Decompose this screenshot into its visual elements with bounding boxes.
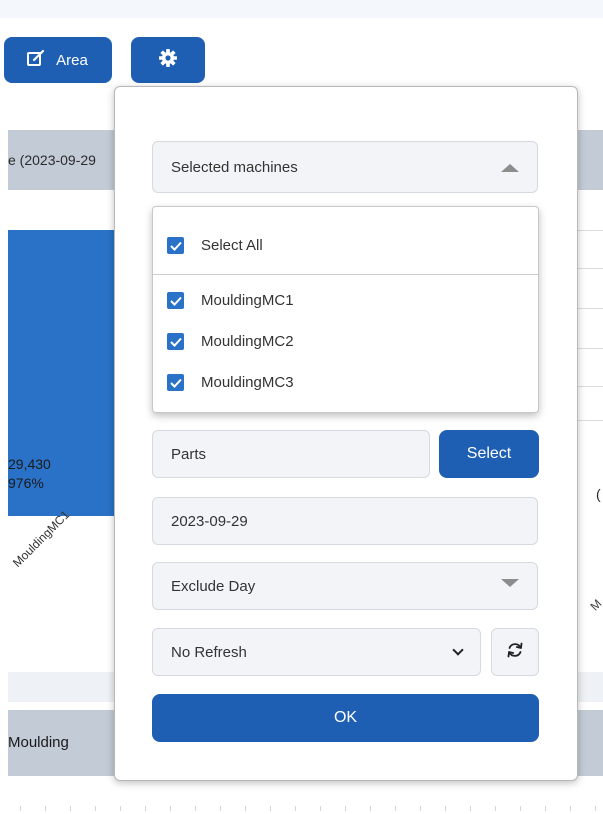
reload-button[interactable]	[491, 628, 539, 676]
option-label: MouldingMC1	[201, 292, 294, 309]
caret-up-icon	[501, 164, 519, 172]
area-button-label: Area	[56, 51, 88, 69]
checkbox-checked-icon[interactable]	[167, 292, 184, 309]
option-label: Select All	[201, 237, 263, 254]
machines-dropdown-list: Select All MouldingMC1 MouldingMC2 Mould…	[152, 206, 539, 413]
option-mouldingmc1[interactable]: MouldingMC1	[167, 292, 294, 309]
option-mouldingmc3[interactable]: MouldingMC3	[167, 374, 294, 391]
ok-button-label: OK	[333, 709, 358, 726]
gear-icon	[158, 48, 178, 72]
select-parts-button[interactable]: Select	[439, 430, 539, 478]
bottom-axis-ticks	[0, 804, 603, 814]
chevron-down-icon	[452, 644, 464, 656]
dropdown-divider	[153, 274, 538, 275]
footer-label: Moulding	[8, 734, 69, 751]
option-label: MouldingMC3	[201, 374, 294, 391]
bar-value-label: 29,430	[8, 456, 51, 472]
date-value: 2023-09-29	[171, 512, 248, 530]
option-mouldingmc2[interactable]: MouldingMC2	[167, 333, 294, 350]
settings-button[interactable]	[131, 37, 205, 83]
edit-square-icon	[26, 48, 46, 72]
reload-icon	[505, 640, 525, 665]
parts-input[interactable]: Parts	[152, 430, 430, 478]
option-select-all[interactable]: Select All	[167, 237, 263, 254]
report-header-date: e (2023-09-29	[8, 152, 96, 168]
right-axis-fragment: M	[587, 596, 603, 614]
ok-button[interactable]: OK	[152, 694, 539, 742]
page: Area e (2023-09-29 29,430 976% MouldingM…	[0, 0, 603, 814]
area-button[interactable]: Area	[4, 37, 112, 83]
bar-percent-label: 976%	[8, 475, 44, 491]
chart-bar	[8, 230, 116, 516]
top-strip	[0, 0, 603, 18]
parts-input-placeholder: Parts	[171, 445, 207, 463]
exclude-day-label: Exclude Day	[171, 577, 256, 595]
checkbox-checked-icon[interactable]	[167, 237, 184, 254]
refresh-select-value: No Refresh	[171, 643, 247, 661]
option-label: MouldingMC2	[201, 333, 294, 350]
checkbox-checked-icon[interactable]	[167, 374, 184, 391]
caret-down-icon	[501, 579, 519, 587]
date-input[interactable]: 2023-09-29	[152, 497, 538, 545]
machines-select-label: Selected machines	[171, 158, 298, 176]
right-cell-fragment: (	[596, 486, 601, 502]
exclude-day-select[interactable]: Exclude Day	[152, 562, 538, 610]
checkbox-checked-icon[interactable]	[167, 333, 184, 350]
machines-select[interactable]: Selected machines	[152, 141, 538, 193]
select-button-label: Select	[466, 445, 512, 462]
machine-axis-label: MouldingMC1	[10, 507, 73, 570]
refresh-interval-select[interactable]: No Refresh	[152, 628, 481, 676]
